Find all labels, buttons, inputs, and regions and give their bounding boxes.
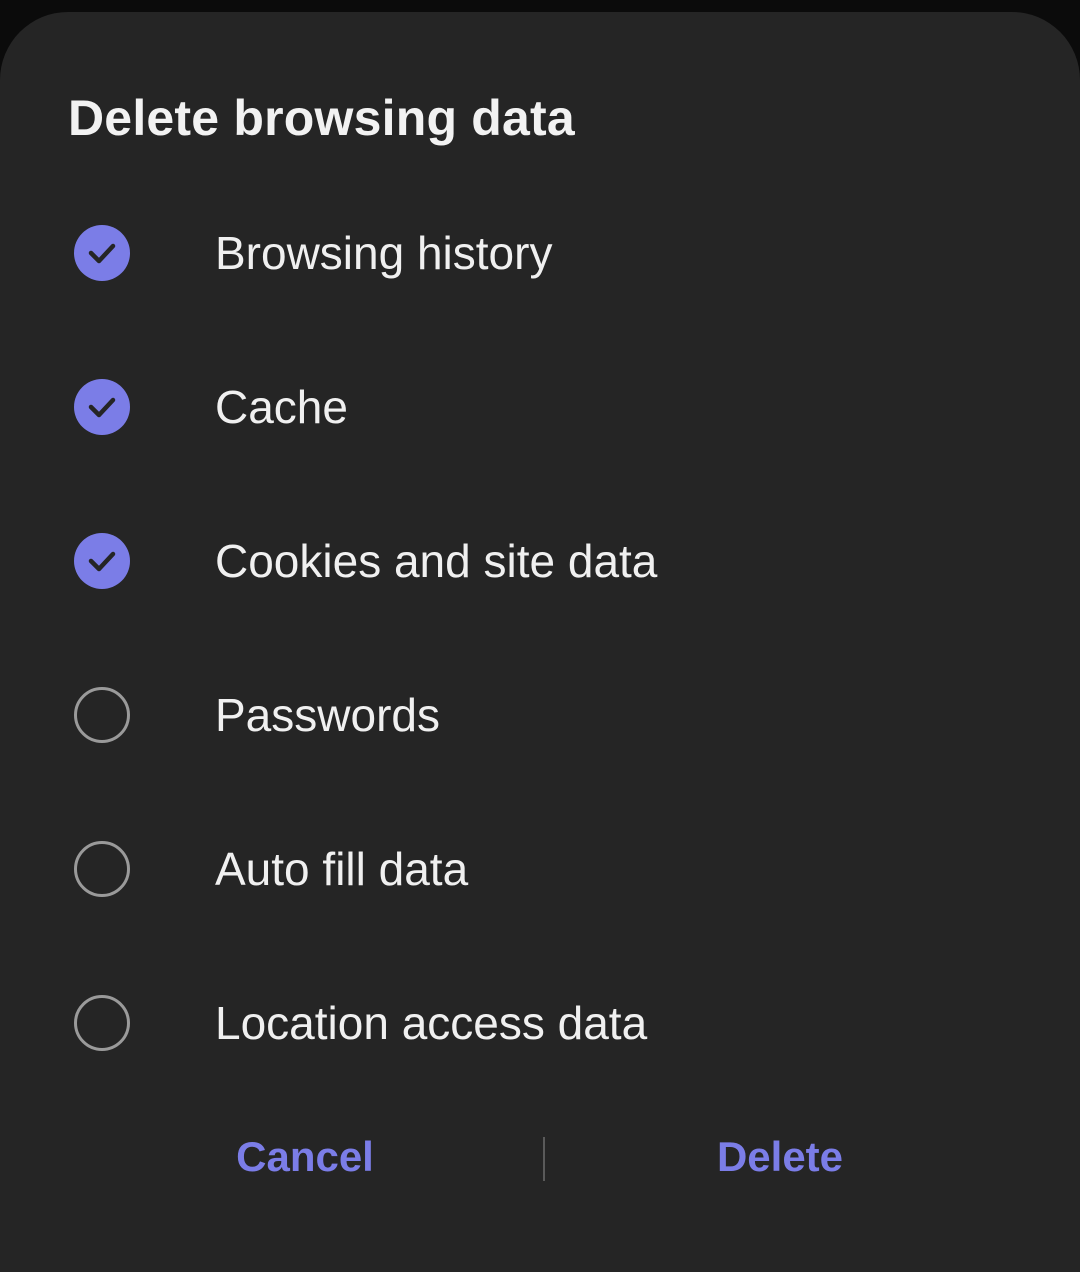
unchecked-circle-icon[interactable] — [74, 995, 130, 1051]
option-label: Cookies and site data — [215, 535, 658, 587]
options-list: Browsing history Cache Cookies and site … — [0, 176, 1080, 1100]
option-label: Location access data — [215, 997, 648, 1049]
delete-browsing-data-dialog: Delete browsing data Browsing history Ca… — [0, 12, 1080, 1272]
dialog-actions: Cancel Delete — [0, 1112, 1080, 1202]
checked-circle-icon[interactable] — [74, 379, 130, 435]
option-cache[interactable]: Cache — [0, 330, 1080, 484]
option-passwords[interactable]: Passwords — [0, 638, 1080, 792]
option-label: Auto fill data — [215, 843, 469, 895]
option-label: Passwords — [215, 689, 440, 741]
option-label: Browsing history — [215, 227, 553, 279]
option-location-access-data[interactable]: Location access data — [0, 946, 1080, 1100]
option-label: Cache — [215, 381, 348, 433]
checked-circle-icon[interactable] — [74, 225, 130, 281]
unchecked-circle-icon[interactable] — [74, 841, 130, 897]
unchecked-circle-icon[interactable] — [74, 687, 130, 743]
option-auto-fill-data[interactable]: Auto fill data — [0, 792, 1080, 946]
cancel-button[interactable]: Cancel — [150, 1112, 460, 1202]
option-browsing-history[interactable]: Browsing history — [0, 176, 1080, 330]
dialog-title: Delete browsing data — [68, 90, 575, 146]
button-divider — [543, 1137, 545, 1181]
checked-circle-icon[interactable] — [74, 533, 130, 589]
option-cookies-and-site-data[interactable]: Cookies and site data — [0, 484, 1080, 638]
delete-button[interactable]: Delete — [625, 1112, 935, 1202]
